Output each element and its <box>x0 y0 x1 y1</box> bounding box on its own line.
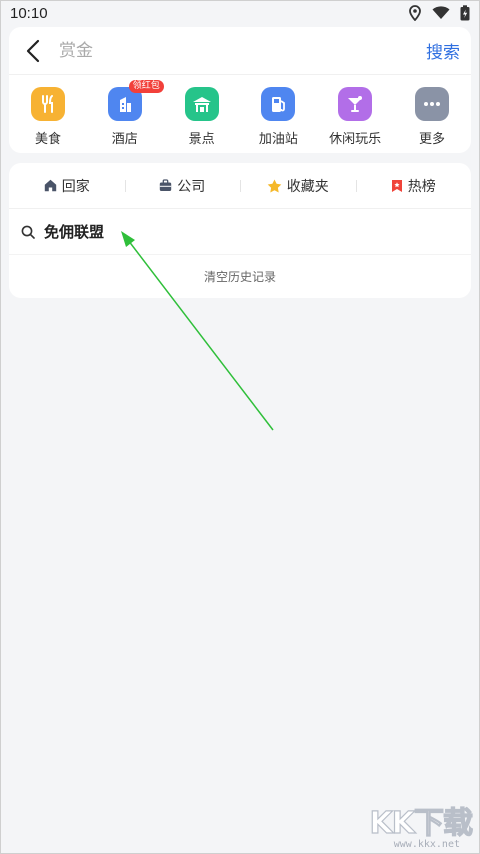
history-item[interactable]: 免佣联盟 <box>9 209 471 255</box>
category-gas-station[interactable]: 加油站 <box>247 83 309 151</box>
fork-knife-icon <box>31 87 65 121</box>
quick-link-label: 公司 <box>177 178 206 195</box>
quick-link-favorites[interactable]: 收藏夹 <box>240 176 356 196</box>
watermark: KK下载 www.kkx.net <box>360 794 480 854</box>
hotel-badge: 领红包 <box>128 80 164 93</box>
quick-link-label: 热榜 <box>407 178 436 195</box>
category-leisure[interactable]: 休闲玩乐 <box>324 83 386 151</box>
cocktail-icon <box>338 87 373 121</box>
category-label: 更多 <box>418 132 445 147</box>
history-item-text: 免佣联盟 <box>44 223 105 241</box>
more-dots-icon <box>414 87 449 121</box>
quick-link-label: 回家 <box>61 178 90 195</box>
fuel-pump-icon <box>261 87 296 121</box>
category-label: 加油站 <box>258 132 298 147</box>
battery-charging-icon <box>460 5 470 21</box>
category-label: 美食 <box>34 132 61 147</box>
search-button[interactable]: 搜索 <box>415 38 471 63</box>
search-card: 搜索 美食 领红包 酒店 <box>9 27 471 153</box>
category-label: 休闲玩乐 <box>329 132 382 147</box>
status-time: 10:10 <box>10 4 48 22</box>
status-icons <box>408 5 470 21</box>
search-input[interactable] <box>57 40 415 61</box>
category-hotel[interactable]: 领红包 酒店 <box>94 80 164 151</box>
watermark-logo: KK下载 <box>369 805 474 841</box>
ranking-bookmark-icon <box>391 179 402 192</box>
quick-link-hot-list[interactable]: 热榜 <box>355 176 472 196</box>
clear-history-button[interactable]: 清空历史记录 <box>9 255 471 298</box>
search-icon <box>21 225 35 239</box>
back-button[interactable] <box>9 27 57 75</box>
back-arrow-icon <box>26 39 40 62</box>
wifi-icon <box>432 6 450 19</box>
category-label: 酒店 <box>111 132 138 147</box>
status-bar: 10:10 <box>0 0 480 26</box>
location-icon <box>409 5 421 21</box>
category-label: 景点 <box>188 132 215 147</box>
quick-links-row: 回家 公司 收藏夹 热榜 <box>9 163 471 209</box>
quick-link-home[interactable]: 回家 <box>9 176 125 196</box>
quick-card: 回家 公司 收藏夹 热榜 免佣联盟 清空历史记录 <box>9 163 471 298</box>
category-row: 美食 领红包 酒店 景点 加油站 休闲玩乐 更多 <box>9 80 471 151</box>
home-icon <box>44 179 56 192</box>
category-food[interactable]: 美食 <box>17 83 79 151</box>
briefcase-icon <box>160 179 172 191</box>
category-scenic[interactable]: 景点 <box>171 83 233 151</box>
quick-link-label: 收藏夹 <box>286 178 329 195</box>
pavilion-icon <box>184 87 219 121</box>
star-icon <box>267 179 282 192</box>
search-bar: 搜索 <box>9 27 471 75</box>
category-more[interactable]: 更多 <box>401 83 463 151</box>
quick-link-company[interactable]: 公司 <box>124 176 241 196</box>
watermark-url: www.kkx.net <box>393 839 460 850</box>
